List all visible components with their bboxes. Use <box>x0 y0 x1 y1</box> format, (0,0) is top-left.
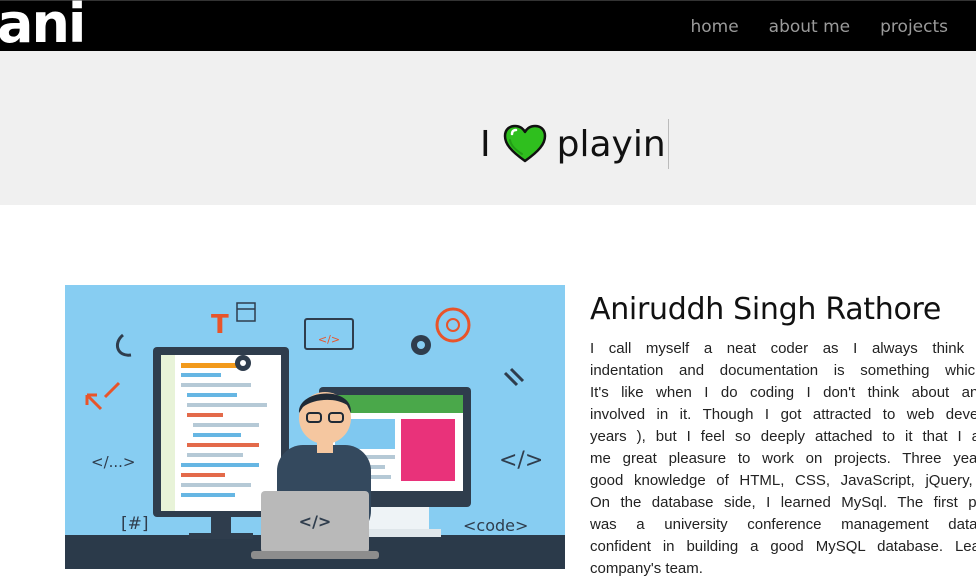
hash-text: [#] <box>121 514 149 534</box>
bio-line: confident in building a good MySQL datab… <box>590 538 976 555</box>
green-heart-icon <box>503 124 547 164</box>
about-bio: I call myself a neat coder as I always t… <box>590 338 976 587</box>
about-name: Aniruddh Singh Rathore <box>590 292 942 327</box>
hero-prefix: I <box>480 123 491 165</box>
code-word-text: <code> <box>463 516 528 535</box>
bio-line: I call myself a neat coder as I always t… <box>590 340 976 357</box>
typing-caret <box>667 119 669 169</box>
nav-links: home about me projects <box>660 1 976 52</box>
bio-line: me great pleasure to work on projects. T… <box>590 450 976 467</box>
gear-icon <box>435 307 471 343</box>
logo[interactable]: ani <box>0 0 86 56</box>
hero-banner: I playin <box>0 51 976 205</box>
link-chain-icon <box>503 367 525 387</box>
nav-link-about-me[interactable]: about me <box>769 17 850 37</box>
bezier-curve-icon <box>115 333 132 357</box>
typography-t-icon: T <box>211 310 229 340</box>
svg-text:</>: </> <box>318 333 340 346</box>
bio-line: years ), but I feel so deeply attached t… <box>590 428 976 445</box>
resize-arrows-icon <box>85 381 121 411</box>
navbar: ani home about me projects <box>0 0 976 55</box>
bio-line: was a university conference management d… <box>590 516 976 533</box>
laptop-code-text: </> <box>299 512 332 531</box>
nav-link-projects[interactable]: projects <box>880 17 948 37</box>
bio-line: It's like when I do coding I don't think… <box>590 384 976 401</box>
code-dots-text: </...> <box>91 453 136 471</box>
bio-line: On the database side, I learned MySql. T… <box>590 494 976 511</box>
hero-typed-word: playin <box>556 123 666 165</box>
nav-link-home[interactable]: home <box>690 17 738 37</box>
bio-line: good knowledge of HTML, CSS, JavaScript,… <box>590 472 976 489</box>
developer-illustration: </> T </> </...> </> [#] <code> <box>65 285 565 569</box>
hero-typed-text: I playin <box>480 119 669 169</box>
code-tag-text: </> <box>499 448 543 473</box>
bio-line: indentation and documentation is somethi… <box>590 362 976 379</box>
layout-icon <box>236 302 256 322</box>
bio-line: involved in it. Though I got attracted t… <box>590 406 976 423</box>
bio-line: company's team. <box>590 560 703 577</box>
